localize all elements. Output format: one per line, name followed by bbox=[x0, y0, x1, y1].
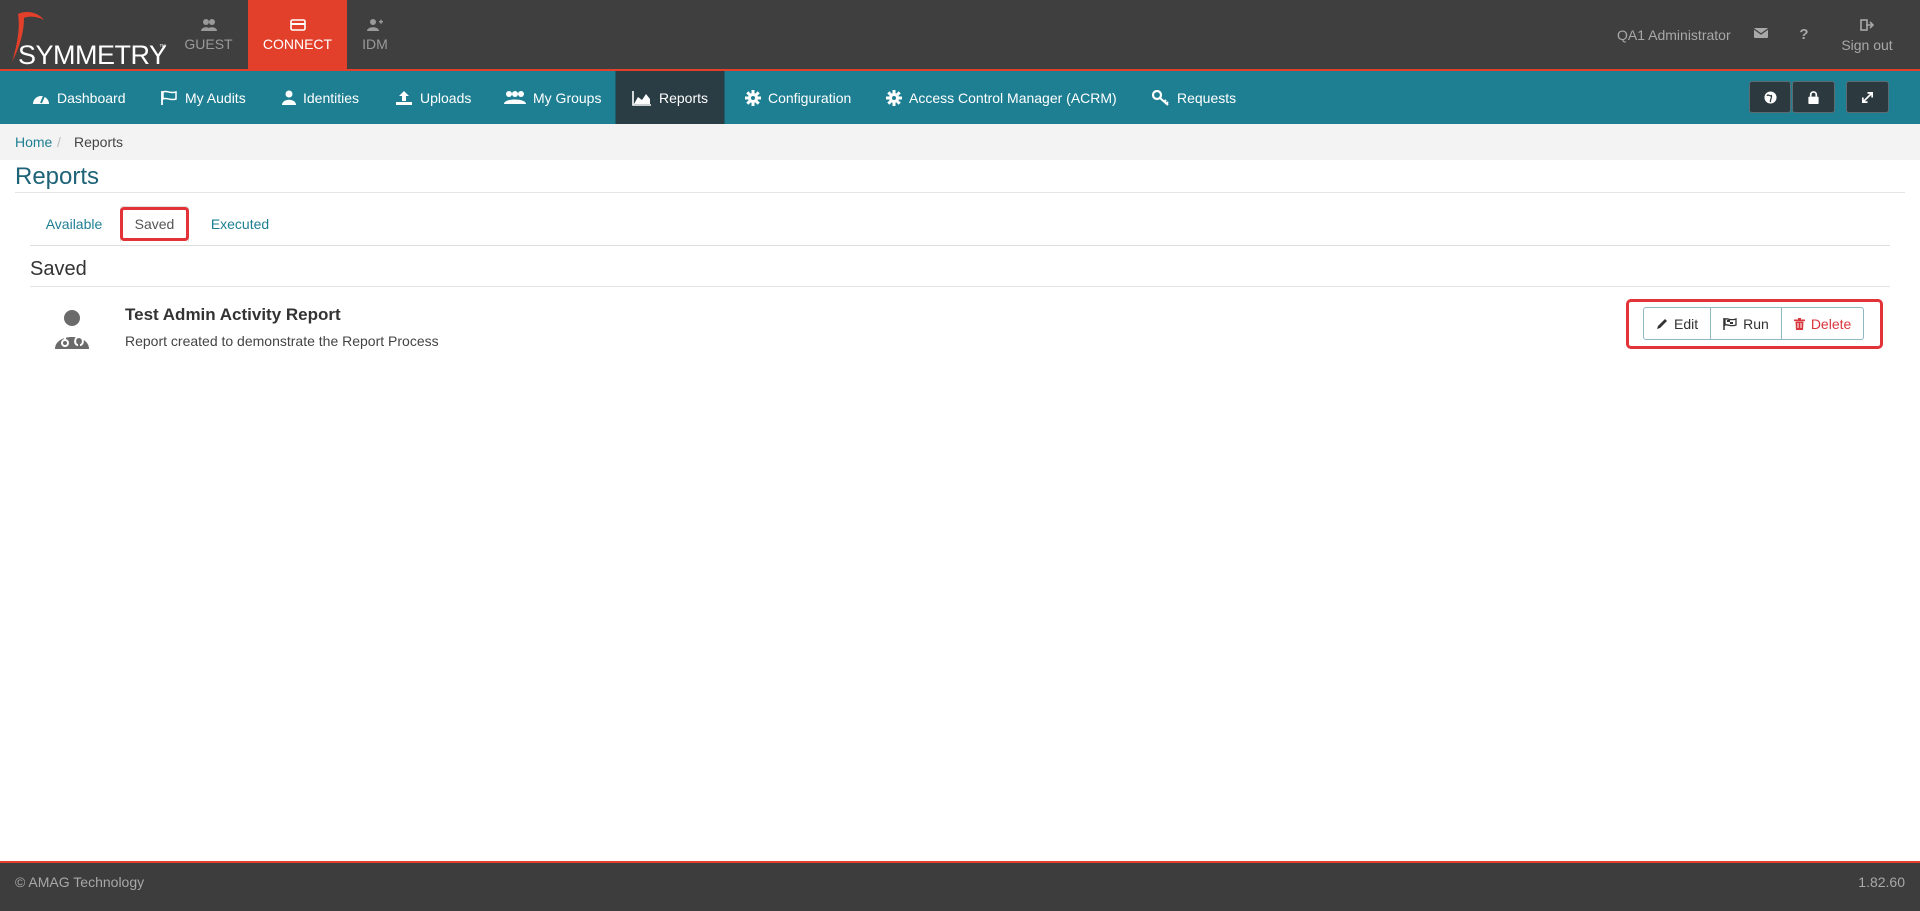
section-title: Saved bbox=[30, 258, 87, 280]
top-bar: SYMMETRY ™ GUEST CONNECT IDM QA1 Adminis… bbox=[0, 0, 1920, 71]
expand-icon bbox=[1862, 91, 1873, 103]
nav-label: My Audits bbox=[185, 89, 246, 106]
trash-icon bbox=[1793, 317, 1805, 330]
saved-tab-highlight bbox=[120, 207, 189, 241]
nav-label: Identities bbox=[303, 89, 360, 106]
symmetry-logo[interactable]: SYMMETRY ™ bbox=[6, 6, 167, 70]
gear-icon bbox=[745, 89, 761, 106]
nav-configuration[interactable]: Configuration bbox=[745, 71, 851, 124]
tab-executed[interactable]: Executed bbox=[198, 206, 282, 242]
edit-label: Edit bbox=[1674, 315, 1699, 332]
area-chart-icon bbox=[632, 90, 651, 106]
version: 1.82.60 bbox=[1858, 874, 1905, 890]
breadcrumb-separator: / bbox=[57, 134, 61, 150]
nav-my-groups[interactable]: My Groups bbox=[504, 71, 601, 124]
delete-button[interactable]: Delete bbox=[1782, 308, 1863, 339]
nav-label: Reports bbox=[658, 89, 709, 106]
app-tab-idm[interactable]: IDM bbox=[348, 0, 402, 69]
user-doctor-icon bbox=[55, 310, 89, 349]
divider bbox=[15, 192, 1905, 193]
tab-label: Available bbox=[45, 216, 103, 232]
logo-text: SYMMETRY bbox=[18, 40, 167, 70]
lock-icon bbox=[1808, 90, 1819, 104]
nav-label: Access Control Manager (ACRM) bbox=[909, 89, 1117, 106]
nav-label: Uploads bbox=[420, 89, 472, 106]
sign-out-icon bbox=[1860, 19, 1874, 31]
app-tab-label: GUEST bbox=[184, 36, 233, 52]
sign-out-label: Sign out bbox=[1841, 37, 1893, 53]
envelope-icon[interactable] bbox=[1753, 27, 1769, 43]
group-icon bbox=[504, 90, 526, 104]
sign-out-button[interactable]: Sign out bbox=[1827, 0, 1907, 53]
nav-label: Requests bbox=[1177, 89, 1237, 106]
upload-icon bbox=[396, 90, 412, 105]
nav-label: My Groups bbox=[533, 89, 602, 106]
card-icon bbox=[289, 19, 306, 31]
app-tab-label: CONNECT bbox=[262, 36, 333, 52]
current-user[interactable]: QA1 Administrator bbox=[1617, 27, 1731, 43]
globe-icon bbox=[1763, 90, 1777, 104]
edit-button[interactable]: Edit bbox=[1644, 308, 1712, 339]
nav-identities[interactable]: Identities bbox=[282, 71, 359, 124]
dashboard-icon bbox=[33, 95, 49, 104]
pencil-icon bbox=[1657, 318, 1667, 329]
flag-checkered-icon bbox=[1723, 317, 1737, 330]
tab-label: Executed bbox=[210, 216, 270, 232]
nav-label: Dashboard bbox=[57, 89, 126, 106]
fullscreen-button[interactable] bbox=[1846, 81, 1889, 113]
copyright: © AMAG Technology bbox=[15, 874, 145, 890]
report-name[interactable]: Test Admin Activity Report bbox=[125, 305, 341, 325]
nav-requests[interactable]: Requests bbox=[1152, 71, 1236, 124]
gear-icon bbox=[886, 89, 902, 106]
lock-button[interactable] bbox=[1792, 81, 1835, 113]
app-tab-label: IDM bbox=[362, 36, 388, 52]
breadcrumb-current: Reports bbox=[74, 134, 124, 150]
language-button[interactable] bbox=[1749, 81, 1791, 113]
nav-reports[interactable]: Reports bbox=[615, 71, 725, 124]
nav-acrm[interactable]: Access Control Manager (ACRM) bbox=[886, 71, 1117, 124]
run-button[interactable]: Run bbox=[1711, 308, 1782, 339]
flag-icon bbox=[161, 90, 177, 105]
tab-available[interactable]: Available bbox=[30, 206, 118, 242]
delete-label: Delete bbox=[1810, 315, 1852, 332]
breadcrumb: Home / Reports bbox=[0, 124, 1920, 160]
report-actions: Edit Run Delete bbox=[1643, 307, 1865, 340]
user-icon bbox=[282, 90, 296, 105]
divider bbox=[30, 286, 1890, 287]
nav-uploads[interactable]: Uploads bbox=[395, 71, 471, 124]
app-tab-connect[interactable]: CONNECT bbox=[248, 0, 347, 69]
page-title: Reports bbox=[15, 163, 100, 190]
nav-label: Configuration bbox=[768, 89, 852, 106]
report-description: Report created to demonstrate the Report… bbox=[125, 333, 439, 349]
main-nav: Dashboard My Audits Identities Uploads M… bbox=[0, 71, 1920, 124]
users-icon bbox=[200, 19, 217, 31]
run-label: Run bbox=[1743, 315, 1769, 332]
help-icon[interactable]: ? bbox=[1796, 27, 1812, 43]
footer: © AMAG Technology 1.82.60 bbox=[0, 861, 1920, 911]
breadcrumb-home[interactable]: Home bbox=[15, 134, 52, 150]
divider bbox=[30, 245, 1890, 246]
nav-my-audits[interactable]: My Audits bbox=[160, 71, 246, 124]
key-icon bbox=[1152, 89, 1169, 106]
logo-trademark: ™ bbox=[159, 44, 166, 51]
app-tab-guest[interactable]: GUEST bbox=[170, 0, 247, 69]
nav-dashboard[interactable]: Dashboard bbox=[32, 71, 126, 124]
user-plus-icon bbox=[367, 19, 383, 31]
